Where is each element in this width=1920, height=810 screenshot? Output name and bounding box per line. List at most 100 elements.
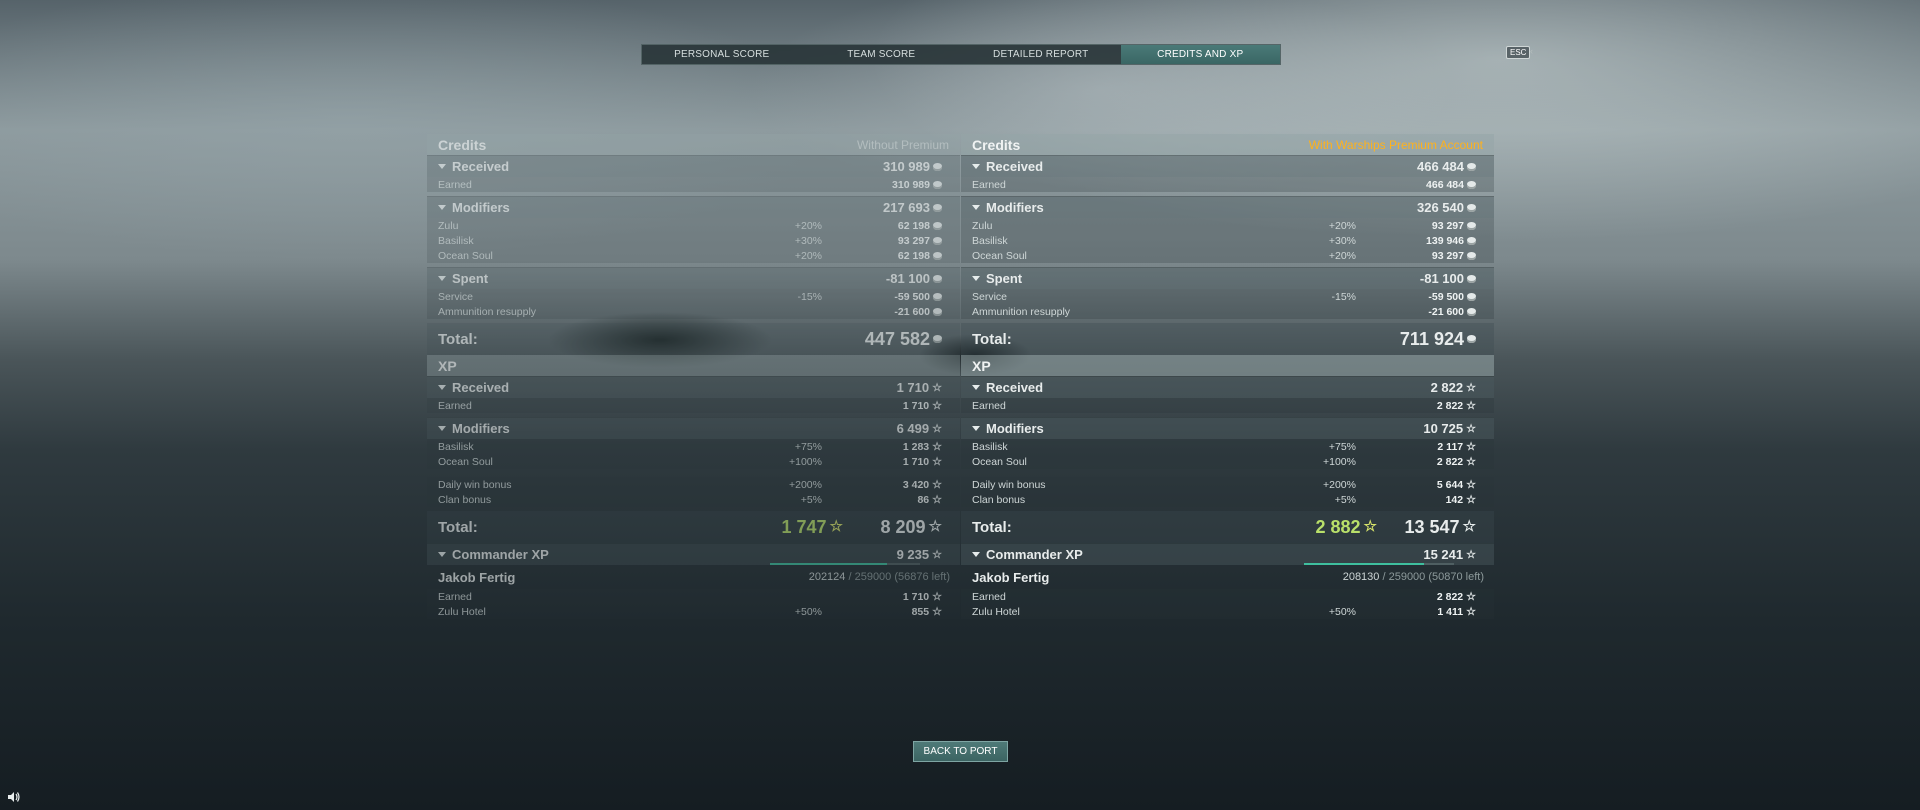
tab-personal-score[interactable]: PERSONAL SCORE <box>642 45 802 64</box>
value: 2 822 ☆ <box>1437 591 1476 603</box>
credits-icon <box>933 221 942 230</box>
value-text: 139 946 <box>1426 234 1464 247</box>
modifier-row-percent: +30% <box>794 234 822 247</box>
collapse-triangle-icon[interactable] <box>438 385 446 390</box>
value-text: 2 822 <box>1430 380 1464 395</box>
value-text: 1 411 <box>1437 605 1464 618</box>
xp-received-group[interactable]: Received 2 822 ☆ <box>961 376 1494 398</box>
sound-icon[interactable] <box>8 792 20 802</box>
credits-title: Credits <box>972 136 1021 153</box>
value: 711 924 <box>1400 329 1476 350</box>
collapse-triangle-icon[interactable] <box>438 426 446 431</box>
commander-progress-bar <box>1304 563 1454 565</box>
tab-team-score[interactable]: TEAM SCORE <box>802 45 962 64</box>
spent-row: Ammunition resupply -21 600 <box>427 304 960 319</box>
value: 9 235 ☆ <box>897 547 942 562</box>
credits-icon <box>1467 274 1476 283</box>
value: 86 ☆ <box>917 494 942 506</box>
received-group[interactable]: Received 310 989 <box>427 155 960 177</box>
modifier-row-percent: +20% <box>1328 249 1356 262</box>
credits-icon <box>1467 251 1476 260</box>
value-text: 310 989 <box>892 178 930 191</box>
total-label: Total: <box>438 518 478 536</box>
modifier-row: Zulu +20% 62 198 <box>427 218 960 233</box>
xp-star-icon: ☆ <box>1462 518 1476 535</box>
commander-xp-group[interactable]: Commander XP 15 241 ☆ <box>961 543 1494 565</box>
collapse-triangle-icon[interactable] <box>438 164 446 169</box>
collapse-triangle-icon[interactable] <box>972 276 980 281</box>
tab-detailed-report[interactable]: DETAILED REPORT <box>961 45 1121 64</box>
received-group[interactable]: Received 466 484 <box>961 155 1494 177</box>
value: 62 198 <box>898 250 942 262</box>
value: 466 484 <box>1417 159 1476 174</box>
xp-star-icon: ☆ <box>932 548 942 561</box>
collapse-triangle-icon[interactable] <box>972 552 980 557</box>
modifier-row: Zulu +20% 93 297 <box>961 218 1494 233</box>
value-text: 93 297 <box>1431 219 1464 232</box>
esc-close-button[interactable]: ESC <box>1506 46 1531 59</box>
free-xp-value: 1 747 <box>781 516 827 537</box>
xp-modifier-row-label: Basilisk <box>972 440 1008 453</box>
value: 2 117 ☆ <box>1437 441 1476 453</box>
spent-group[interactable]: Spent -81 100 <box>961 267 1494 289</box>
tab-credits-and-xp[interactable]: CREDITS AND XP <box>1120 45 1280 64</box>
spent-group-label: Spent <box>452 271 489 286</box>
modifier-row: Basilisk +30% 139 946 <box>961 233 1494 248</box>
account-type-label: With Warships Premium Account <box>1308 137 1483 152</box>
collapse-triangle-icon[interactable] <box>438 205 446 210</box>
collapse-triangle-icon[interactable] <box>972 205 980 210</box>
xp-bonus-row: Clan bonus +5% 142 ☆ <box>961 492 1494 507</box>
commander-item-row: Zulu Hotel +50% 855 ☆ <box>427 604 960 619</box>
xp-modifiers-group[interactable]: Modifiers 10 725 ☆ <box>961 417 1494 439</box>
value: -21 600 <box>894 306 942 318</box>
right-results-panel: Credits With Warships Premium Account Rece… <box>961 134 1494 619</box>
back-to-port-button[interactable]: BACK TO PORT <box>913 741 1008 762</box>
spent-row-percent: -15% <box>1331 290 1356 303</box>
xp-title: XP <box>972 357 991 374</box>
value-text: 5 644 <box>1436 478 1464 491</box>
value-text: 10 725 <box>1423 421 1464 436</box>
spent-row-label: Service <box>972 290 1008 303</box>
commander-item-row-label: Earned <box>438 590 472 603</box>
xp-star-icon: ☆ <box>1466 590 1476 603</box>
commander-xp-current: 208130 <box>1342 571 1380 583</box>
xp-modifiers-group[interactable]: Modifiers 6 499 ☆ <box>427 417 960 439</box>
collapse-triangle-icon[interactable] <box>972 164 980 169</box>
credits-icon <box>1467 335 1476 343</box>
commander-xp-group[interactable]: Commander XP 9 235 ☆ <box>427 543 960 565</box>
value: -59 500 <box>894 291 942 303</box>
spent-group[interactable]: Spent -81 100 <box>427 267 960 289</box>
close-icon[interactable]: ‹ <box>1530 46 1533 56</box>
collapse-triangle-icon[interactable] <box>438 552 446 557</box>
value-text: 15 241 <box>1423 547 1464 562</box>
credits-total: Total: 711 924 <box>961 323 1494 355</box>
xp-modifier-row-percent: +75% <box>794 440 822 453</box>
modifiers-group[interactable]: Modifiers 217 693 <box>427 196 960 218</box>
value: 3 420 ☆ <box>903 479 942 491</box>
free-xp-total: 1 747 ☆ <box>782 517 844 538</box>
value-text: 855 <box>911 605 930 618</box>
xp-modifiers-group-label: Modifiers <box>452 421 510 436</box>
free-xp-star-icon: ☆ <box>829 518 843 535</box>
modifier-row-label: Ocean Soul <box>972 249 1027 262</box>
value: 93 297 <box>1432 220 1476 232</box>
collapse-triangle-icon[interactable] <box>972 385 980 390</box>
modifiers-group[interactable]: Modifiers 326 540 <box>961 196 1494 218</box>
value-text: 326 540 <box>1417 200 1464 215</box>
modifier-row-percent: +20% <box>794 249 822 262</box>
earned-row-label: Earned <box>438 178 472 191</box>
xp-modifier-row-percent: +100% <box>789 455 822 468</box>
xp-bonus-row-label: Clan bonus <box>972 493 1026 506</box>
xp-header: XP <box>961 355 1494 376</box>
collapse-triangle-icon[interactable] <box>438 276 446 281</box>
value-text: 466 484 <box>1417 159 1464 174</box>
value-text: 1 710 <box>902 399 930 412</box>
xp-star-icon: ☆ <box>932 381 942 394</box>
received-group-label: Received <box>452 159 510 174</box>
collapse-triangle-icon[interactable] <box>972 426 980 431</box>
commander-row: Jakob Fertig 202124 / 259000 (56876 left) <box>427 563 960 589</box>
xp-earned-row-label: Earned <box>438 399 472 412</box>
xp-received-group[interactable]: Received 1 710 ☆ <box>427 376 960 398</box>
xp-star-icon: ☆ <box>932 440 942 453</box>
value-text: 466 484 <box>1426 178 1464 191</box>
